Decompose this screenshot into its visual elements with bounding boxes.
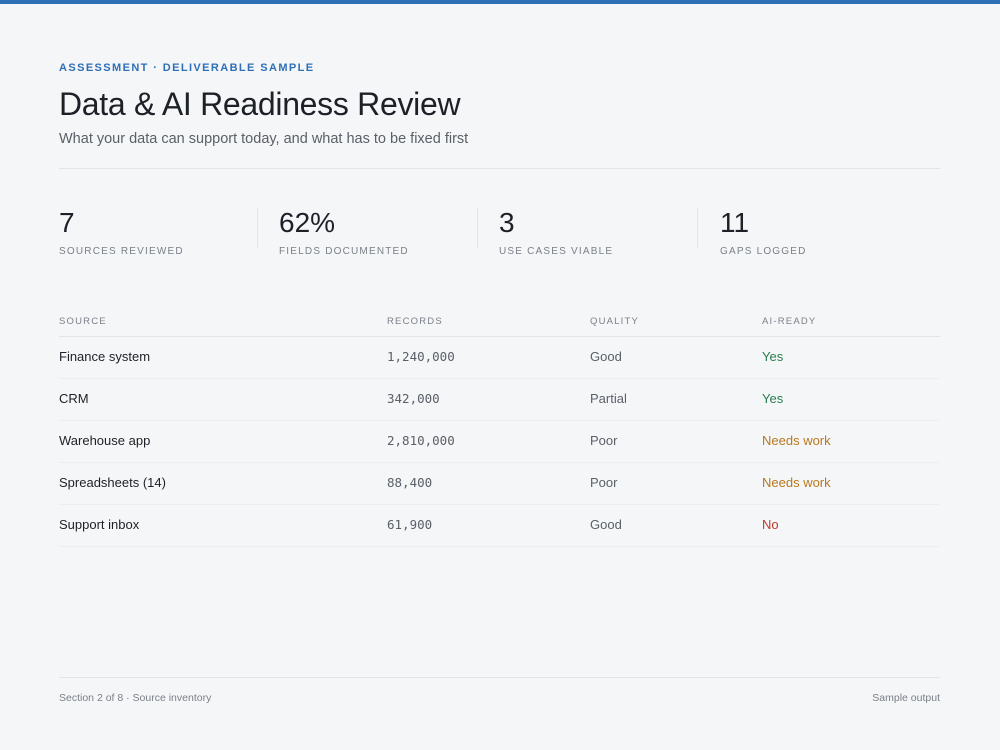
stat-label: FIELDS DOCUMENTED <box>279 246 409 257</box>
records-cell: 88,400 <box>387 475 433 490</box>
header-divider <box>59 168 940 169</box>
stat-label: SOURCES REVIEWED <box>59 246 184 257</box>
stat-divider <box>477 208 478 248</box>
page-subtitle: What your data can support today, and wh… <box>59 131 469 147</box>
table-header: SOURCE RECORDS QUALITY AI-READY <box>59 310 940 337</box>
source-cell: Warehouse app <box>59 433 151 448</box>
source-inventory-table: SOURCE RECORDS QUALITY AI-READY Finance … <box>59 310 940 547</box>
quality-cell: Poor <box>590 433 618 448</box>
quality-cell: Good <box>590 349 622 364</box>
stat-divider <box>697 208 698 248</box>
stat-value: 62% <box>279 207 336 238</box>
stat-label: USE CASES VIABLE <box>499 246 614 257</box>
stat-value: 7 <box>59 207 75 238</box>
document-page: ASSESSMENT · DELIVERABLE SAMPLE Data & A… <box>59 0 940 750</box>
quality-cell: Partial <box>590 391 627 406</box>
table-row: Spreadsheets (14) 88,400 Poor Needs work <box>59 463 940 505</box>
records-cell: 1,240,000 <box>387 349 455 364</box>
table-row: Finance system 1,240,000 Good Yes <box>59 337 940 379</box>
stat-divider <box>257 208 258 248</box>
ai-ready-cell: No <box>762 517 779 532</box>
eyebrow-label: ASSESSMENT · DELIVERABLE SAMPLE <box>59 62 315 74</box>
footer-divider <box>59 677 940 678</box>
table-row: Support inbox 61,900 Good No <box>59 505 940 547</box>
stat-value: 11 <box>720 207 750 238</box>
stat-value: 3 <box>499 207 515 238</box>
column-header-quality: QUALITY <box>590 316 640 327</box>
ai-ready-cell: Needs work <box>762 433 831 448</box>
records-cell: 61,900 <box>387 517 433 532</box>
source-cell: Spreadsheets (14) <box>59 475 166 490</box>
ai-ready-cell: Needs work <box>762 475 831 490</box>
page-title: Data & AI Readiness Review <box>59 86 461 122</box>
footer-sample-label: Sample output <box>872 692 940 704</box>
column-header-records: RECORDS <box>387 316 443 327</box>
source-cell: CRM <box>59 391 89 406</box>
table-row: CRM 342,000 Partial Yes <box>59 379 940 421</box>
quality-cell: Good <box>590 517 622 532</box>
stat-label: GAPS LOGGED <box>720 246 807 257</box>
ai-ready-cell: Yes <box>762 349 784 364</box>
column-header-source: SOURCE <box>59 316 107 327</box>
stat-use-cases-viable: 3 USE CASES VIABLE <box>499 206 614 257</box>
stat-sources-reviewed: 7 SOURCES REVIEWED <box>59 206 184 257</box>
source-cell: Support inbox <box>59 517 140 532</box>
source-cell: Finance system <box>59 349 151 364</box>
table-row: Warehouse app 2,810,000 Poor Needs work <box>59 421 940 463</box>
ai-ready-cell: Yes <box>762 391 784 406</box>
records-cell: 342,000 <box>387 391 440 406</box>
stat-fields-documented: 62% FIELDS DOCUMENTED <box>279 206 409 257</box>
records-cell: 2,810,000 <box>387 433 455 448</box>
stats-row: 7 SOURCES REVIEWED 62% FIELDS DOCUMENTED… <box>59 206 940 266</box>
column-header-ai-ready: AI-READY <box>762 316 817 327</box>
quality-cell: Poor <box>590 475 618 490</box>
footer-section-label: Section 2 of 8 · Source inventory <box>59 692 212 704</box>
stat-gaps-logged: 11 GAPS LOGGED <box>720 206 807 257</box>
